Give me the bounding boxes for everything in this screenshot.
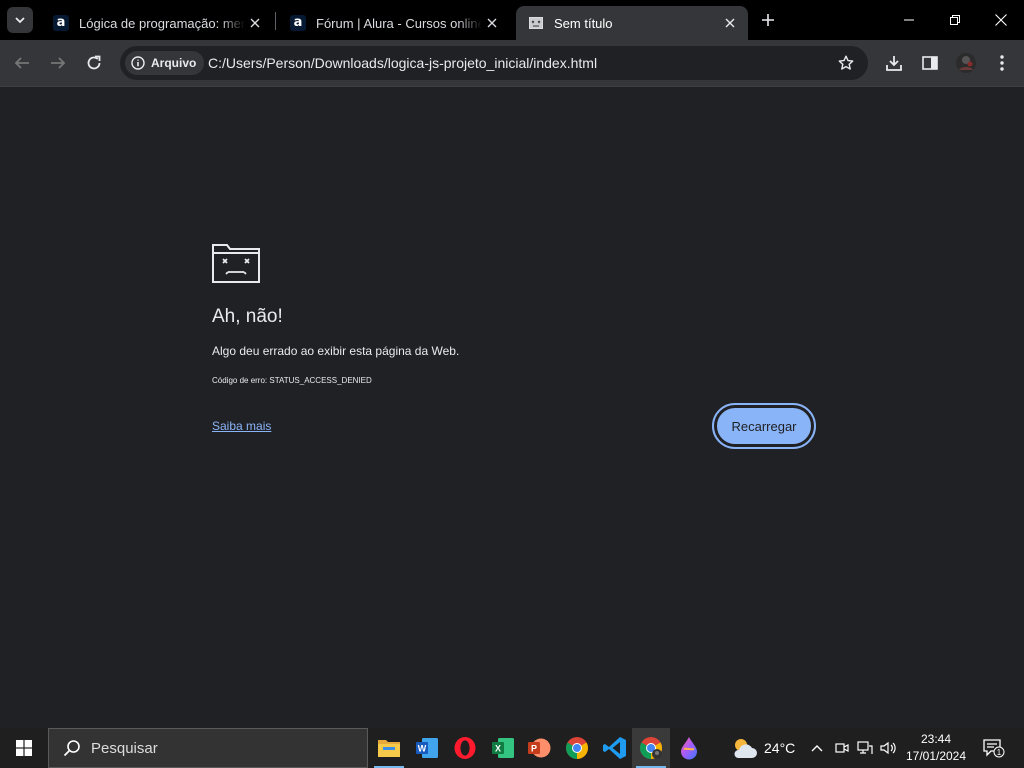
file-explorer-icon [378, 740, 400, 757]
clock-time: 23:44 [920, 732, 952, 746]
notification-count: 1 [997, 748, 1002, 757]
site-info-chip[interactable]: Arquivo [125, 51, 205, 75]
word-icon: W [416, 738, 438, 758]
minimize-icon [904, 19, 914, 21]
tray-network[interactable] [854, 728, 876, 768]
taskbar-app-file-explorer[interactable] [370, 728, 408, 768]
weather-temperature: 24°C [764, 740, 796, 756]
error-code: Código de erro: STATUS_ACCESS_DENIED [212, 376, 372, 385]
taskbar-app-chrome[interactable] [558, 728, 596, 768]
info-icon [131, 56, 145, 70]
close-icon[interactable] [720, 13, 740, 33]
tab-search-button[interactable] [7, 7, 33, 33]
taskbar-search[interactable]: Pesquisar [48, 728, 368, 768]
restore-icon [950, 15, 960, 25]
side-panel-icon [922, 56, 938, 70]
taskbar-clock[interactable]: 23:44 17/01/2024 [902, 731, 970, 765]
plus-icon [762, 14, 774, 26]
close-icon[interactable] [245, 13, 265, 33]
reload-button[interactable] [80, 49, 108, 77]
tab-logica[interactable]: a Lógica de programação: mergulhe em pro… [41, 6, 273, 40]
menu-button[interactable] [988, 49, 1016, 77]
start-button[interactable] [0, 728, 48, 768]
opera-icon [454, 737, 476, 759]
refresh-icon [87, 55, 101, 70]
windows-logo-icon [16, 740, 32, 756]
forward-button[interactable] [44, 49, 72, 77]
page-content: Ah, não! Algo deu errado ao exibir esta … [0, 87, 1024, 728]
url-text[interactable]: C:/Users/Person/Downloads/logica-js-proj… [208, 55, 597, 71]
excel-icon: X [492, 738, 514, 758]
tab-forum[interactable]: a Fórum | Alura - Cursos online de tecno… [278, 6, 510, 40]
close-icon[interactable] [482, 13, 502, 33]
search-placeholder: Pesquisar [91, 739, 158, 757]
tab-title: Lógica de programação: mergulhe em progr… [79, 15, 245, 31]
alura-logo-icon: a [53, 15, 69, 31]
more-vertical-icon [1000, 55, 1004, 71]
address-bar[interactable]: Arquivo C:/Users/Person/Downloads/logica… [120, 46, 868, 80]
error-title: Ah, não! [212, 306, 283, 327]
chrome-profile-icon [640, 737, 662, 759]
downloads-button[interactable] [880, 49, 908, 77]
notification-icon: 1 [983, 739, 1005, 758]
sad-page-icon [528, 15, 544, 31]
minimize-button[interactable] [886, 0, 932, 40]
chevron-up-icon [811, 745, 823, 752]
taskbar-app-opera[interactable] [446, 728, 484, 768]
taskbar-app-powerpoint[interactable]: P [520, 728, 558, 768]
volume-icon [880, 741, 896, 755]
svg-text:X: X [495, 744, 501, 754]
avatar [956, 53, 976, 73]
back-button[interactable] [8, 49, 36, 77]
tab-sem-titulo[interactable]: Sem título [516, 6, 748, 40]
close-icon [995, 14, 1007, 26]
tray-volume[interactable] [878, 728, 900, 768]
taskbar-app-excel[interactable]: X [484, 728, 522, 768]
chrome-icon [566, 737, 588, 759]
network-icon [857, 741, 873, 754]
show-hidden-icons-button[interactable] [808, 728, 826, 768]
paint-drop-icon [681, 737, 697, 760]
download-icon [886, 56, 902, 71]
tab-title: Fórum | Alura - Cursos online de tecnolo… [316, 15, 482, 31]
tray-meet-now[interactable] [832, 728, 852, 768]
powerpoint-icon: P [528, 738, 551, 758]
site-info-label: Arquivo [151, 56, 197, 70]
taskbar-app-word[interactable]: W [408, 728, 446, 768]
browser-toolbar: Arquivo C:/Users/Person/Downloads/logica… [0, 40, 1024, 86]
arrow-left-icon [14, 57, 29, 69]
reload-page-button[interactable]: Recarregar [716, 407, 812, 445]
camera-icon [835, 743, 849, 753]
profile-button[interactable] [952, 49, 980, 77]
taskbar-app-vscode[interactable] [596, 728, 634, 768]
chevron-down-icon [15, 17, 25, 24]
notification-center-button[interactable]: 1 [978, 728, 1010, 768]
taskbar-app-paint[interactable] [670, 728, 708, 768]
star-icon [838, 55, 854, 70]
tab-title: Sem título [554, 15, 613, 31]
taskbar-app-chrome-profile[interactable] [632, 728, 670, 768]
learn-more-link[interactable]: Saiba mais [212, 419, 271, 433]
bookmark-button[interactable] [836, 53, 856, 73]
error-message: Algo deu errado ao exibir esta página da… [212, 344, 460, 358]
close-window-button[interactable] [978, 0, 1024, 40]
search-icon [63, 740, 80, 757]
sad-tab-icon [212, 244, 260, 283]
tab-separator [275, 12, 276, 30]
weather-widget[interactable]: 24°C [730, 728, 795, 768]
partly-cloudy-icon [734, 739, 757, 758]
side-panel-button[interactable] [916, 49, 944, 77]
taskbar: Pesquisar W X P 24°C 23:44 17/01/2024 1 [0, 728, 1024, 768]
new-tab-button[interactable] [756, 8, 780, 32]
alura-logo-icon: a [290, 15, 306, 31]
restore-button[interactable] [932, 0, 978, 40]
tab-strip: a Lógica de programação: mergulhe em pro… [0, 0, 1024, 40]
svg-text:P: P [531, 744, 537, 754]
svg-text:W: W [418, 744, 427, 754]
arrow-right-icon [51, 57, 66, 69]
clock-date: 17/01/2024 [905, 749, 967, 763]
vscode-icon [603, 737, 626, 759]
